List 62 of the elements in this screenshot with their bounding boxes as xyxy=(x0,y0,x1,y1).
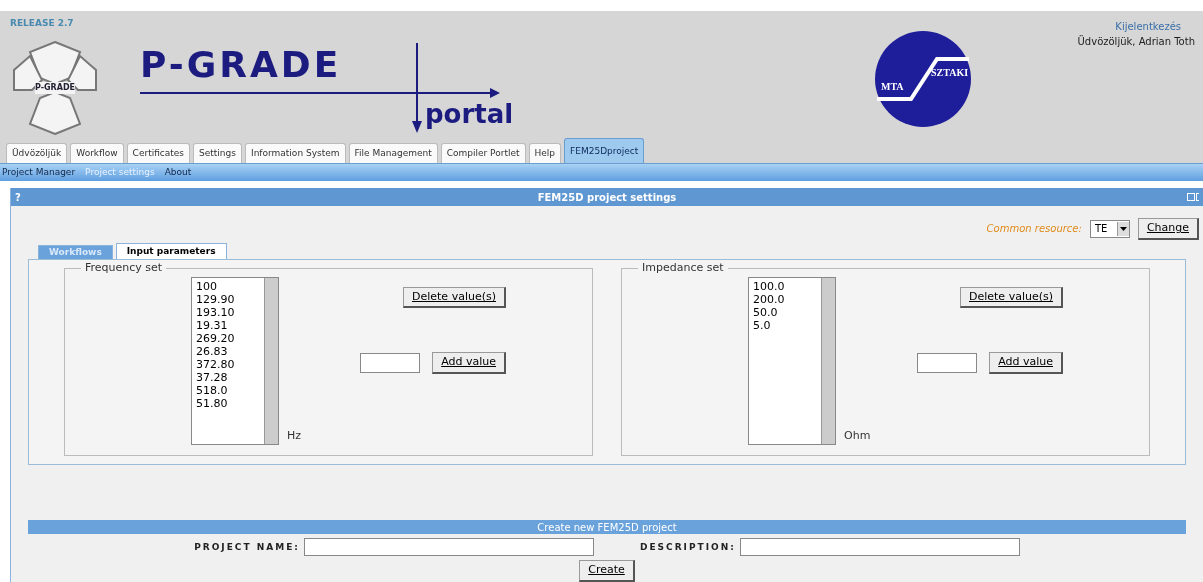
partner-left-text: MTA xyxy=(881,79,904,94)
list-option[interactable]: 200.0 xyxy=(753,293,817,306)
set-legend: Impedance set xyxy=(638,260,728,277)
subnav-link[interactable]: Project Manager xyxy=(2,166,76,180)
help-label: ? xyxy=(15,191,21,205)
nav-tab[interactable]: Help xyxy=(528,143,562,164)
description-label: DESCRIPTION: xyxy=(639,540,736,554)
subnav-link[interactable]: About xyxy=(164,166,192,180)
list-option[interactable]: 518.0 xyxy=(196,384,260,397)
panel-title: FEM25D project settings xyxy=(537,191,677,205)
nav-tab[interactable]: File Management xyxy=(348,143,438,164)
section-tab[interactable]: Input parameters xyxy=(115,243,227,260)
nav-tab[interactable]: Compiler Portlet xyxy=(440,143,526,164)
create-title: Create new FEM25D project xyxy=(537,521,677,535)
value-input[interactable] xyxy=(360,353,421,374)
unit-label: Hz xyxy=(287,428,302,445)
release-label: RELEASE 2.7 xyxy=(10,16,75,30)
scrollbar[interactable] xyxy=(264,278,278,444)
nav-tab[interactable]: Certificates xyxy=(126,143,191,164)
project-name-label: PROJECT NAME: xyxy=(194,540,300,554)
nav-tab[interactable]: Information System xyxy=(245,143,346,164)
window-controls-icon[interactable] xyxy=(1187,193,1199,202)
resource-select[interactable]: TE xyxy=(1089,220,1130,238)
list-option[interactable]: 129.90 xyxy=(196,293,260,306)
greeting-text: Üdvözöljük, Adrian Toth xyxy=(1077,34,1195,49)
partner-right-text: SZTAKI xyxy=(931,65,969,80)
scrollbar[interactable] xyxy=(821,278,835,444)
list-option[interactable]: 26.83 xyxy=(196,345,260,358)
project-name-field[interactable] xyxy=(303,538,594,557)
list-option[interactable]: 19.31 xyxy=(196,319,260,332)
add-value-button[interactable]: Add value xyxy=(432,352,506,374)
values-listbox[interactable]: 100 129.90 193.10 19.31 269.20 26.83 372.80 37.28 518.0 51.80 xyxy=(191,277,279,445)
unit-label: Ohm xyxy=(844,428,871,445)
list-option[interactable]: 50.0 xyxy=(753,306,817,319)
list-option[interactable]: 51.80 xyxy=(196,397,260,410)
value-input[interactable] xyxy=(917,353,978,374)
values-listbox[interactable]: 100.0 200.0 50.0 5.0 xyxy=(748,277,836,445)
add-value-button[interactable]: Add value xyxy=(989,352,1063,374)
list-option[interactable]: 269.20 xyxy=(196,332,260,345)
list-option[interactable]: 193.10 xyxy=(196,306,260,319)
nav-tab[interactable]: Settings xyxy=(193,143,242,164)
delete-values-button[interactable]: Delete value(s) xyxy=(960,287,1063,309)
nav-tab[interactable]: FEM25Dproject xyxy=(564,138,645,164)
logout-link[interactable]: Kijelentkezés xyxy=(1115,18,1181,34)
logo-title: P-GRADE xyxy=(140,46,342,83)
logo-subtitle: portal xyxy=(425,100,514,127)
delete-values-button[interactable]: Delete value(s) xyxy=(403,287,506,309)
list-option[interactable]: 37.28 xyxy=(196,371,260,384)
description-field[interactable] xyxy=(739,538,1020,557)
emblem-text: P-GRADE xyxy=(34,82,76,95)
list-option[interactable]: 372.80 xyxy=(196,358,260,371)
list-option[interactable]: 100.0 xyxy=(753,280,817,293)
nav-tab[interactable]: Workflow xyxy=(70,143,124,164)
set-legend: Frequency set xyxy=(81,260,167,277)
nav-tab[interactable]: Üdvözöljük xyxy=(6,143,68,164)
create-button[interactable]: Create xyxy=(579,560,635,582)
change-button[interactable]: Change xyxy=(1137,218,1199,240)
partner-logo-icon xyxy=(873,28,973,129)
resource-label: Common resource: xyxy=(986,222,1082,237)
dropdown-icon xyxy=(1116,222,1129,236)
list-option[interactable]: 5.0 xyxy=(753,319,817,332)
list-option[interactable]: 100 xyxy=(196,280,260,293)
